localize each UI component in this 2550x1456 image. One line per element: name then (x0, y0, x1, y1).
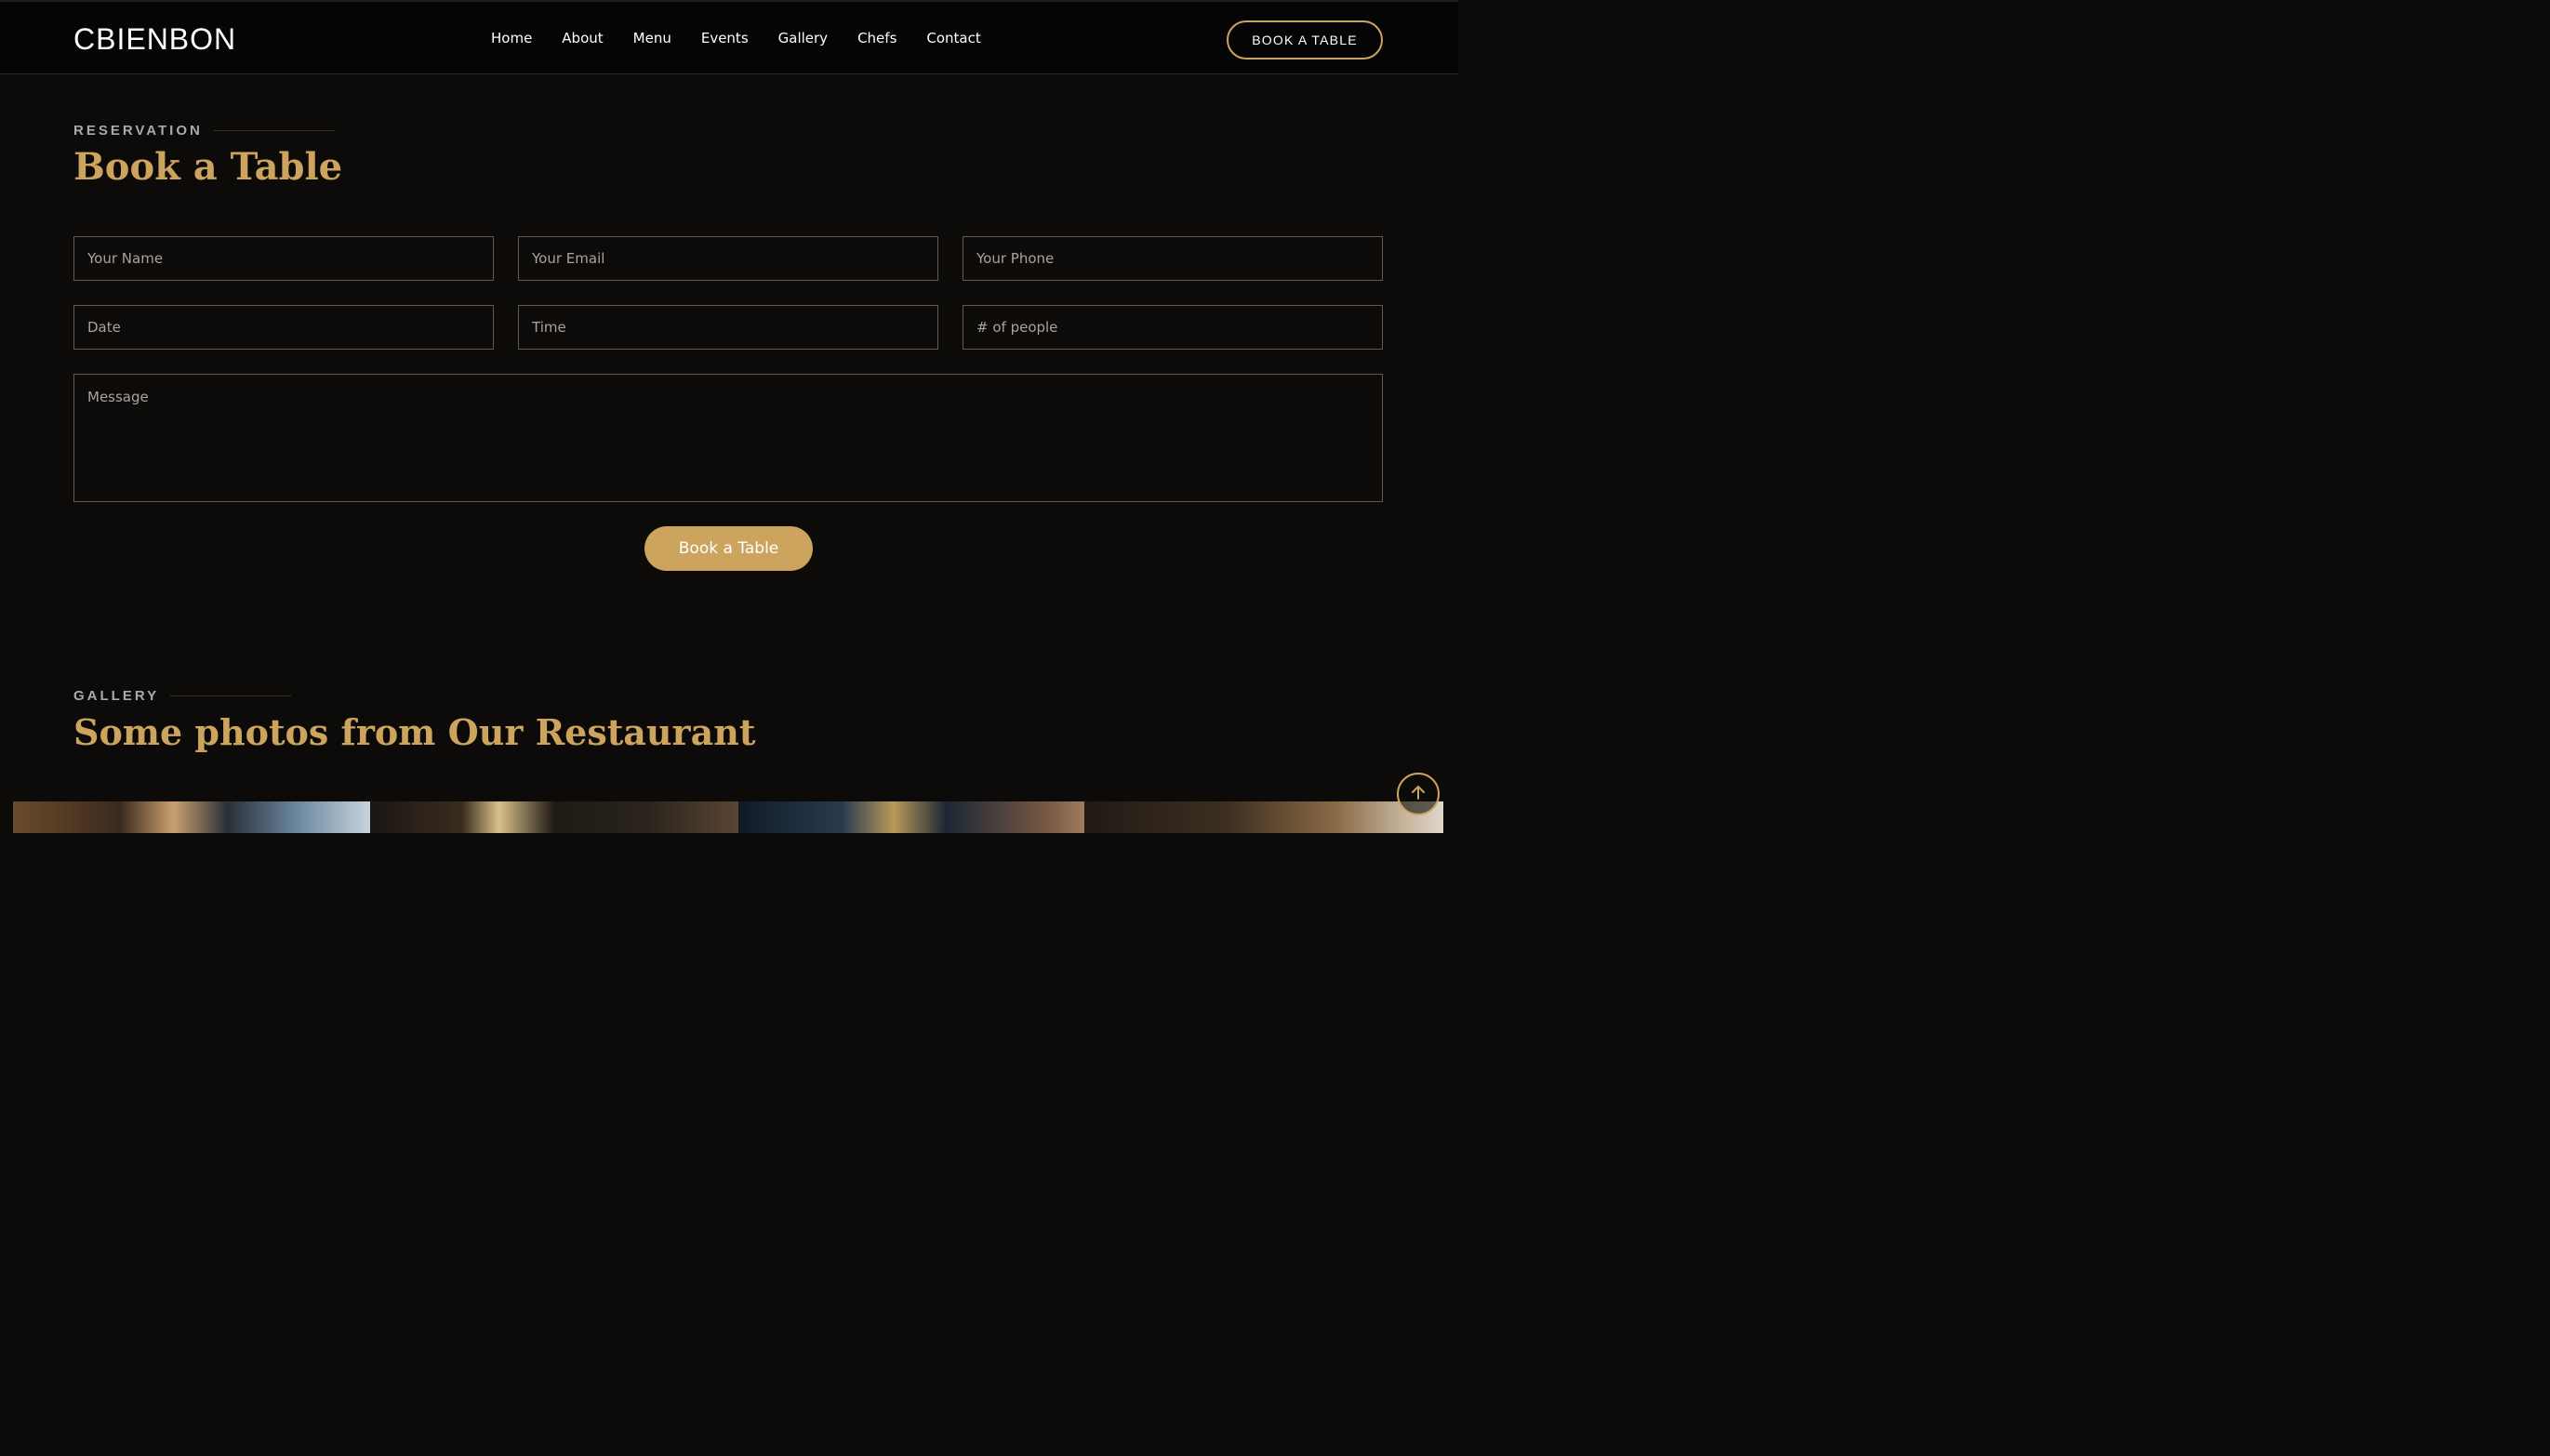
nav-home[interactable]: Home (476, 30, 547, 46)
gallery-photo-1[interactable] (13, 801, 370, 833)
gallery-photo-2[interactable] (370, 801, 738, 833)
phone-field[interactable]: Your Phone (963, 236, 1383, 281)
gallery-label-divider (170, 695, 292, 696)
message-textarea-placeholder: Message (87, 389, 149, 405)
message-textarea[interactable]: Message (73, 374, 1383, 502)
main-nav: Home About Menu Events Gallery Chefs Con… (476, 30, 996, 46)
people-field-placeholder: # of people (976, 319, 1058, 336)
nav-about[interactable]: About (547, 30, 618, 46)
reservation-label-divider (213, 130, 335, 131)
gallery-photo-3[interactable] (738, 801, 1084, 833)
gallery-photo-strip (13, 801, 1443, 833)
gallery-photo-4[interactable] (1084, 801, 1443, 833)
email-field[interactable]: Your Email (518, 236, 938, 281)
email-field-placeholder: Your Email (532, 250, 605, 267)
date-field-placeholder: Date (87, 319, 121, 336)
nav-menu[interactable]: Menu (618, 30, 686, 46)
reservation-label-text: RESERVATION (73, 123, 203, 139)
nav-events[interactable]: Events (686, 30, 764, 46)
gallery-title: Some photos from Our Restaurant (73, 711, 756, 753)
back-to-top-button[interactable] (1397, 773, 1440, 815)
name-field[interactable]: Your Name (73, 236, 494, 281)
nav-chefs[interactable]: Chefs (843, 30, 911, 46)
book-table-header-button[interactable]: BOOK A TABLE (1227, 20, 1383, 60)
people-field[interactable]: # of people (963, 305, 1383, 350)
time-field[interactable]: Time (518, 305, 938, 350)
phone-field-placeholder: Your Phone (976, 250, 1055, 267)
site-header: CBIENBON Home About Menu Events Gallery … (0, 0, 1458, 74)
name-field-placeholder: Your Name (87, 250, 164, 267)
arrow-up-icon (1410, 784, 1427, 804)
site-logo[interactable]: CBIENBON (73, 22, 236, 57)
nav-contact[interactable]: Contact (911, 30, 995, 46)
gallery-label-text: GALLERY (73, 688, 160, 704)
reservation-section-label: RESERVATION (73, 123, 335, 139)
gallery-section-label: GALLERY (73, 688, 292, 704)
time-field-placeholder: Time (532, 319, 566, 336)
reservation-title: Book a Table (73, 145, 343, 189)
nav-gallery[interactable]: Gallery (764, 30, 843, 46)
book-table-submit-button[interactable]: Book a Table (644, 526, 813, 571)
date-field[interactable]: Date (73, 305, 494, 350)
